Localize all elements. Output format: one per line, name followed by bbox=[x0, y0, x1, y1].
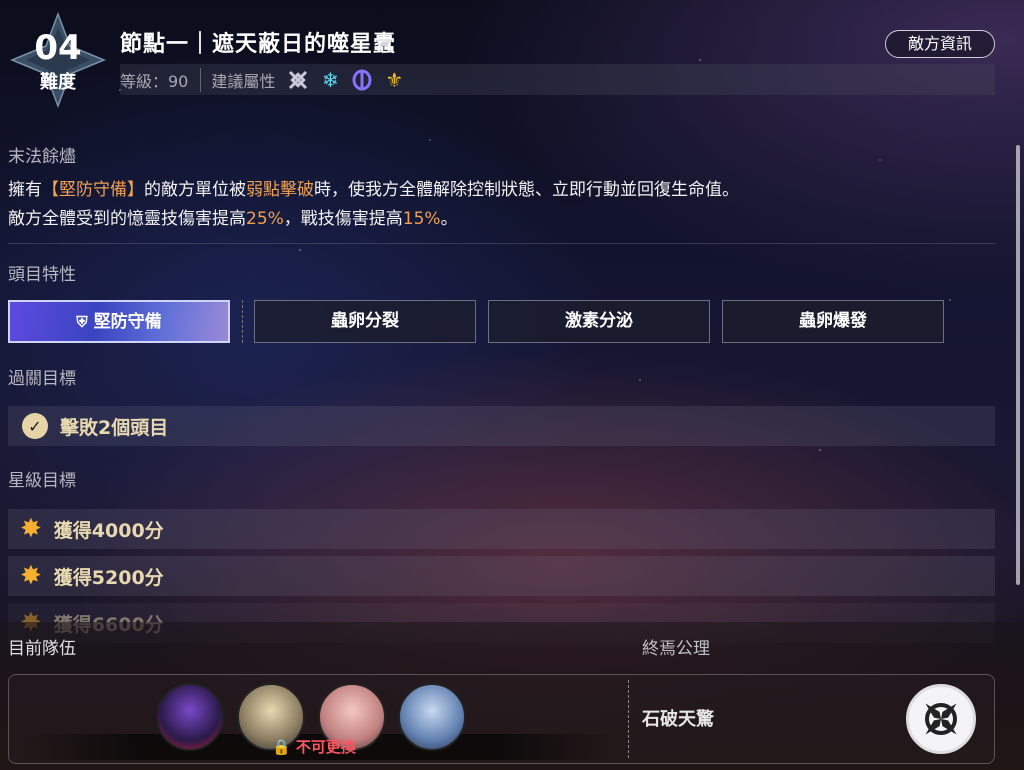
star-goal-text: 獲得4000分 bbox=[53, 519, 164, 542]
boss-traits-title: 頭目特性 bbox=[8, 265, 76, 285]
rule-button[interactable] bbox=[906, 684, 976, 754]
imaginary-icon bbox=[349, 67, 375, 93]
star-icon: ✸ bbox=[20, 561, 42, 591]
turbulence-line-2: 敵方全體受到的憶靈技傷害提高25%，戰技傷害提高15%。 bbox=[8, 209, 458, 229]
node-title: 節點一｜遮天蔽日的噬星蠹 bbox=[120, 32, 397, 57]
rule-name: 石破天驚 bbox=[642, 709, 714, 730]
rule-title: 終焉公理 bbox=[642, 639, 710, 659]
turbulence-description: 擁有【堅防守備】的敵方單位被弱點擊破時，使我方全體解除控制狀態、立即行動並回復生… bbox=[8, 176, 998, 234]
rule-emblem-icon bbox=[925, 703, 957, 735]
tab-boss-trait-3[interactable]: 激素分泌 bbox=[488, 300, 710, 343]
section-divider bbox=[8, 243, 995, 244]
team-member-4-avatar[interactable] bbox=[398, 683, 466, 751]
star-goal-row-2: ✸ 獲得5200分 bbox=[8, 556, 995, 596]
star-goal-text: 獲得5200分 bbox=[53, 566, 164, 589]
star-goals-title: 星級目標 bbox=[8, 471, 76, 491]
check-icon: ✓ bbox=[22, 413, 48, 439]
suggested-attribute-label: 建議屬性 bbox=[211, 71, 276, 91]
locked-label: 🔒 不可更換 bbox=[272, 738, 356, 756]
difficulty-badge: 04 難度 bbox=[10, 12, 106, 108]
turbulence-line-1: 擁有【堅防守備】的敵方單位被弱點擊破時，使我方全體解除控制狀態、立即行動並回復生… bbox=[8, 180, 739, 200]
team-member-1-avatar[interactable] bbox=[156, 683, 224, 751]
shield-icon: ⛨ bbox=[76, 313, 88, 331]
node-info-bar: 等級：90 建議屬性 ❄ ⚜ bbox=[120, 64, 995, 95]
tab-boss-trait-4[interactable]: 蟲卵爆發 bbox=[722, 300, 944, 343]
clear-goal-text: 擊敗2個頭目 bbox=[60, 416, 169, 439]
tab-boss-trait-1[interactable]: ⛨ 堅防守備 bbox=[8, 300, 230, 343]
clear-goal-title: 過關目標 bbox=[8, 369, 76, 389]
scrollbar[interactable] bbox=[1016, 145, 1020, 585]
clear-goal-row: ✓ 擊敗2個頭目 bbox=[8, 406, 995, 446]
enemy-info-button[interactable]: 敵方資訊 bbox=[885, 30, 995, 58]
ice-icon: ❄ bbox=[322, 67, 339, 92]
team-title: 目前隊伍 bbox=[8, 639, 76, 659]
level-text: 等級：90 bbox=[120, 67, 202, 92]
quantum-icon bbox=[285, 67, 311, 93]
star-icon: ✸ bbox=[20, 514, 42, 544]
difficulty-label: 難度 bbox=[40, 72, 76, 93]
star-goal-row-1: ✸ 獲得4000分 bbox=[8, 509, 995, 549]
lock-icon: 🔒 bbox=[272, 738, 291, 756]
team-separator bbox=[628, 680, 629, 758]
turbulence-title: 末法餘燼 bbox=[8, 147, 76, 167]
tab-separator bbox=[242, 300, 243, 343]
difficulty-number: 04 bbox=[34, 28, 82, 68]
fire-icon: ⚜ bbox=[385, 67, 404, 92]
tab-boss-trait-2[interactable]: 蟲卵分裂 bbox=[254, 300, 476, 343]
